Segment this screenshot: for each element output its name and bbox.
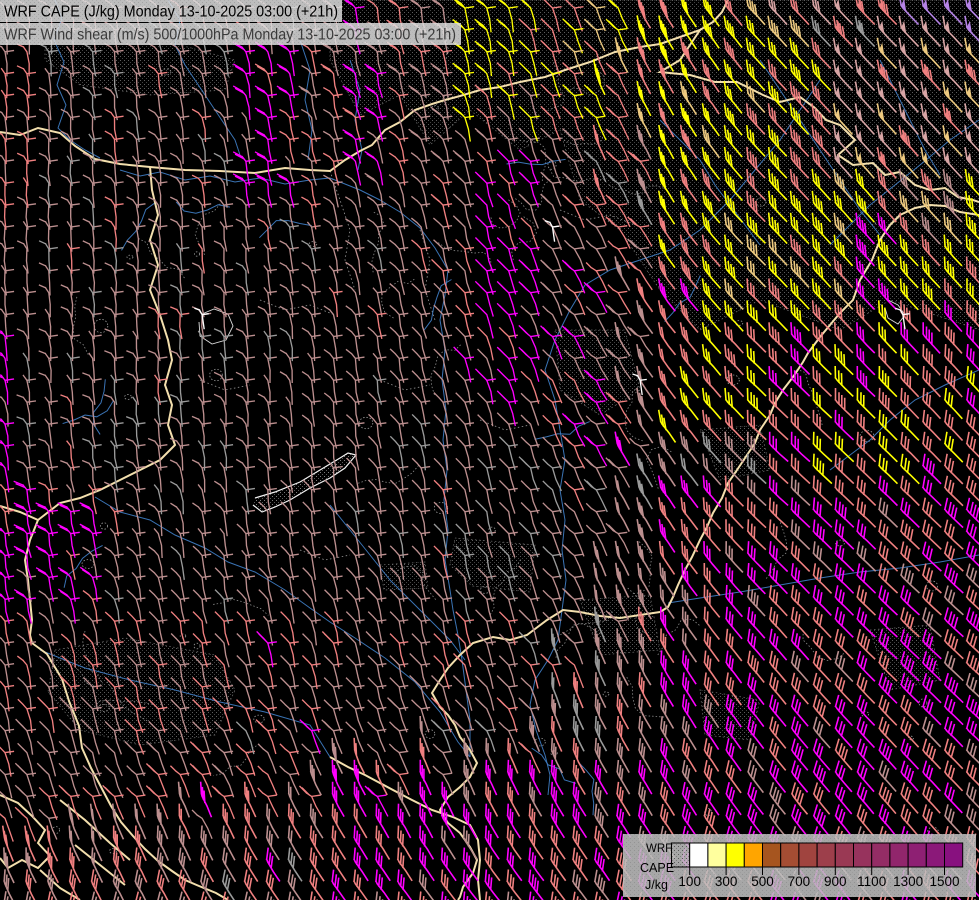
- svg-text:300: 300: [715, 874, 738, 889]
- svg-text:900: 900: [824, 874, 847, 889]
- svg-text:1300: 1300: [893, 874, 923, 889]
- svg-text:WRF: WRF: [646, 843, 672, 855]
- svg-text:500: 500: [751, 874, 774, 889]
- svg-text:100: 100: [678, 874, 701, 889]
- svg-text:WRF CAPE (J/kg) Monday 13-10-2: WRF CAPE (J/kg) Monday 13-10-2025 03:00 …: [4, 4, 338, 21]
- svg-text:1100: 1100: [857, 874, 886, 889]
- svg-text:1500: 1500: [929, 874, 959, 889]
- svg-text:WRF Wind shear (m/s) 500/1000h: WRF Wind shear (m/s) 500/1000hPa Monday …: [4, 27, 456, 44]
- svg-text:700: 700: [788, 874, 811, 889]
- svg-text:CAPE: CAPE: [640, 861, 674, 875]
- svg-text:J/kg: J/kg: [645, 878, 668, 892]
